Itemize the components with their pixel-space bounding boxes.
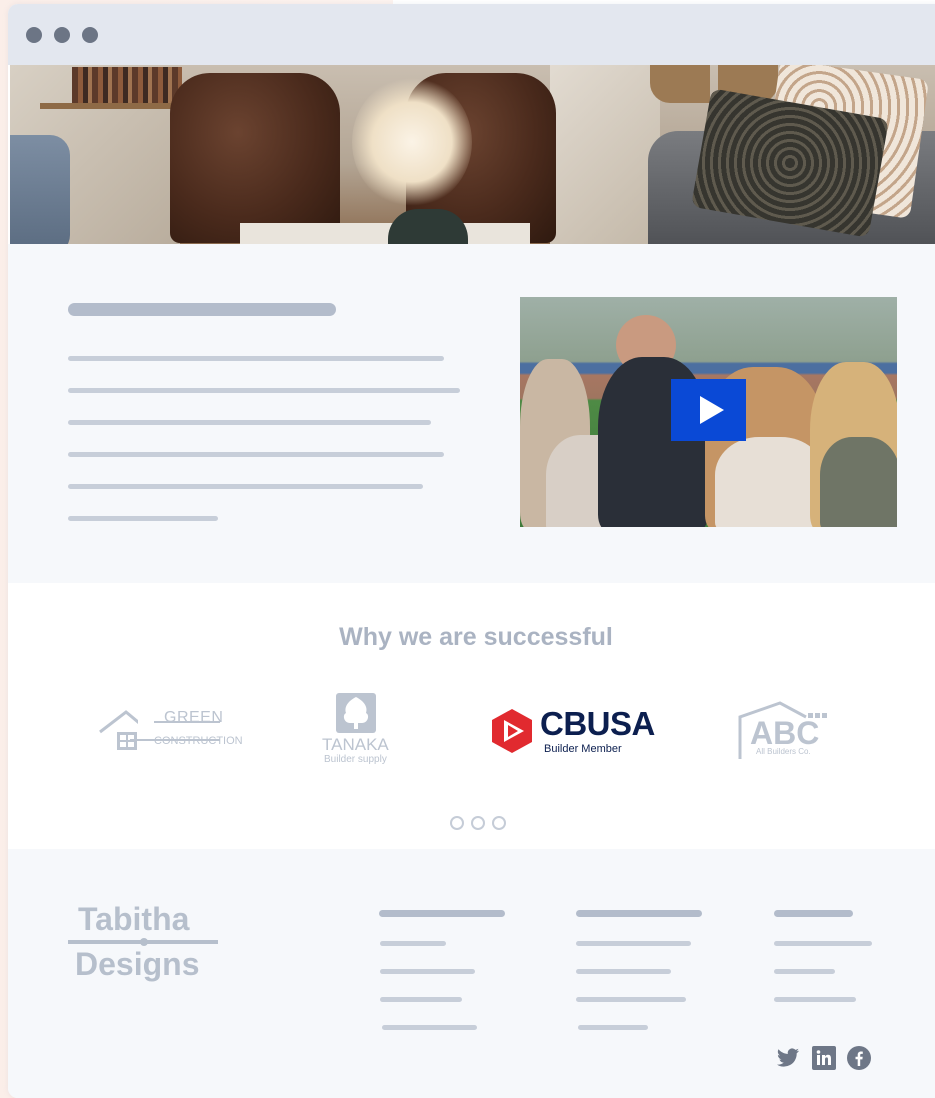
partner-logo-green[interactable]: GREEN CONSTRUCTION <box>98 705 243 757</box>
twitter-icon[interactable] <box>775 1046 799 1070</box>
footer-link-placeholder[interactable] <box>774 941 872 946</box>
carousel-dot-3[interactable] <box>492 816 506 830</box>
intro-section <box>8 244 935 583</box>
tree-icon <box>336 693 376 733</box>
cbusa-mark-icon <box>492 709 532 753</box>
partners-section: Why we are successful GREEN CONSTRUCTION… <box>8 583 935 849</box>
maximize-dot[interactable] <box>82 27 98 43</box>
footer-link-placeholder[interactable] <box>576 969 671 974</box>
footer: Tabitha Designs <box>8 849 935 1098</box>
video-thumbnail[interactable] <box>520 297 897 527</box>
play-icon[interactable] <box>671 379 746 441</box>
footer-link-placeholder[interactable] <box>774 997 856 1002</box>
carousel-dot-2[interactable] <box>471 816 485 830</box>
text-line-placeholder <box>68 516 218 521</box>
title-bar <box>8 4 935 65</box>
text-line-placeholder <box>68 420 431 425</box>
text-line-placeholder <box>68 452 444 457</box>
heading-placeholder <box>68 303 336 316</box>
footer-link-placeholder[interactable] <box>576 941 691 946</box>
footer-link-placeholder[interactable] <box>576 997 686 1002</box>
footer-column-heading-placeholder <box>576 910 702 917</box>
partner-logo-cbusa[interactable]: CBUSA Builder Member <box>490 705 670 761</box>
footer-link-placeholder[interactable] <box>380 997 462 1002</box>
carousel-dot-1[interactable] <box>450 816 464 830</box>
footer-column-heading-placeholder <box>379 910 505 917</box>
footer-link-placeholder[interactable] <box>578 1025 648 1030</box>
hero-image <box>10 65 935 244</box>
browser-window: Why we are successful GREEN CONSTRUCTION… <box>8 4 935 1098</box>
footer-link-placeholder[interactable] <box>380 969 475 974</box>
facebook-icon[interactable] <box>847 1046 871 1070</box>
footer-link-placeholder[interactable] <box>382 1025 477 1030</box>
text-line-placeholder <box>68 388 460 393</box>
linkedin-icon[interactable] <box>812 1046 836 1070</box>
partner-logo-abc[interactable]: ABC All Builders Co. <box>736 701 832 761</box>
partners-heading: Why we are successful <box>339 623 613 651</box>
close-dot[interactable] <box>26 27 42 43</box>
footer-link-placeholder[interactable] <box>774 969 835 974</box>
minimize-dot[interactable] <box>54 27 70 43</box>
text-line-placeholder <box>68 356 444 361</box>
text-line-placeholder <box>68 484 423 489</box>
footer-link-placeholder[interactable] <box>380 941 446 946</box>
partner-logo-tanaka[interactable]: TANAKA Builder supply <box>318 693 404 769</box>
footer-column-heading-placeholder <box>774 910 853 917</box>
